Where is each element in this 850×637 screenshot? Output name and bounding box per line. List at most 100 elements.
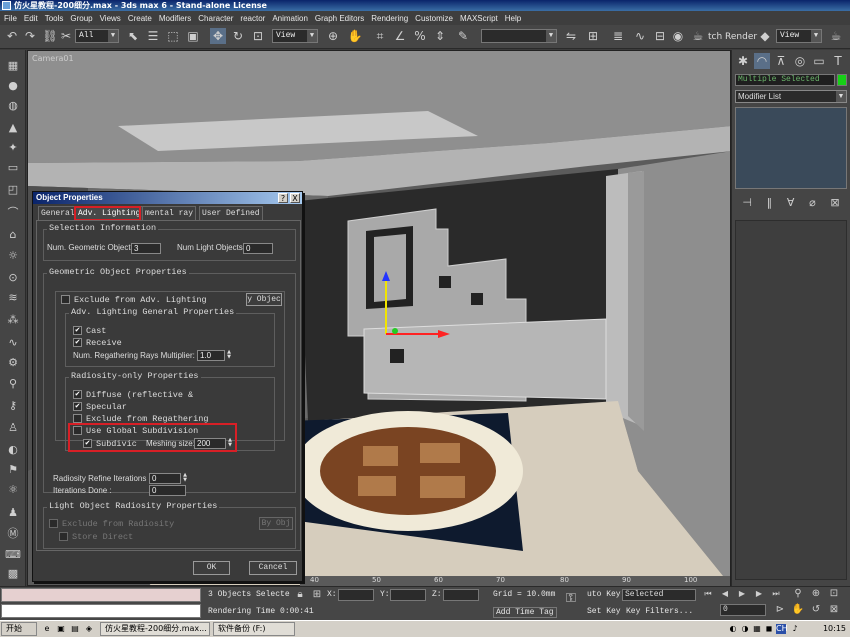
- z-coord-field[interactable]: [443, 589, 479, 601]
- light-by-object-button[interactable]: By Obj: [259, 517, 293, 530]
- create-tab-icon[interactable]: ✱: [735, 53, 751, 69]
- helper-icon[interactable]: ✦: [5, 140, 21, 156]
- tray-icon[interactable]: ◼: [764, 624, 774, 634]
- menu-maxscript[interactable]: MAXScript: [460, 14, 498, 23]
- receive-checkbox[interactable]: ✔: [73, 338, 82, 347]
- absolute-mode-icon[interactable]: ⊞: [309, 587, 325, 603]
- maximize-viewport-icon[interactable]: ⊠: [826, 602, 842, 618]
- cancel-button[interactable]: Cancel: [249, 561, 297, 575]
- taper-icon[interactable]: ⌂: [5, 227, 21, 243]
- goto-start-icon[interactable]: ⏮: [700, 586, 716, 602]
- menu-rendering[interactable]: Rendering: [371, 14, 408, 23]
- selection-color-swatch[interactable]: [837, 74, 847, 86]
- unlink-icon[interactable]: ✂: [58, 28, 74, 44]
- rotate-icon[interactable]: ↻: [230, 28, 246, 44]
- material-editor-icon[interactable]: ◉: [670, 28, 686, 44]
- select-object-icon[interactable]: ⬉: [125, 28, 141, 44]
- timeline-ruler[interactable]: 40 50 60 70 80 90 100: [300, 576, 730, 586]
- hierarchy-tab-icon[interactable]: ⊼: [773, 53, 789, 69]
- box-icon[interactable]: ▦: [5, 58, 21, 74]
- goto-end-icon[interactable]: ⏭: [768, 586, 784, 602]
- mirror-icon[interactable]: ⇋: [563, 28, 579, 44]
- ime-indicator[interactable]: CH: [776, 624, 788, 634]
- display-tab-icon[interactable]: ▭: [811, 53, 827, 69]
- volume-icon[interactable]: ♪: [790, 624, 800, 634]
- lock-selection-icon[interactable]: 🔒︎: [292, 587, 308, 603]
- pin-stack-icon[interactable]: ⊣: [742, 196, 752, 209]
- named-selection-dropdown[interactable]: ▼: [481, 29, 557, 43]
- orbit-icon[interactable]: ↺: [808, 602, 824, 618]
- key-icon[interactable]: ⚿: [563, 591, 579, 607]
- y-coord-field[interactable]: [390, 589, 426, 601]
- help-button[interactable]: ?: [278, 193, 288, 203]
- bones-icon[interactable]: ⚲: [5, 376, 21, 392]
- undo-icon[interactable]: ↶: [4, 28, 20, 44]
- mr-icon[interactable]: Ⓜ: [5, 526, 21, 542]
- explorer-icon[interactable]: ▤: [70, 624, 80, 634]
- render-scene-icon[interactable]: ☕: [690, 28, 706, 44]
- dialog-title-bar[interactable]: Object Properties: [33, 192, 302, 204]
- modifier-stack[interactable]: [735, 107, 847, 189]
- diffuse-checkbox[interactable]: ✔: [73, 390, 82, 399]
- selection-filter-dropdown[interactable]: All ▼: [75, 29, 119, 43]
- sphere-icon[interactable]: ●: [5, 78, 21, 94]
- curve-editor-icon[interactable]: ∿: [632, 28, 648, 44]
- menu-views[interactable]: Views: [100, 14, 121, 23]
- quick-render-label[interactable]: tch Render: [708, 32, 757, 42]
- next-frame-icon[interactable]: ▶: [751, 586, 767, 602]
- shape-icon[interactable]: ◰: [5, 182, 21, 198]
- play-icon[interactable]: ▶: [734, 586, 750, 602]
- modifier-list-dropdown[interactable]: Modifier List ▼: [735, 90, 847, 103]
- viewport-label[interactable]: Camera01: [32, 54, 74, 63]
- pivot-icon[interactable]: ⊕: [325, 28, 341, 44]
- menu-group[interactable]: Group: [70, 14, 92, 23]
- tray-icon[interactable]: ◐: [728, 624, 738, 634]
- exclude-regather-checkbox[interactable]: [73, 414, 82, 423]
- zoom-icon[interactable]: ⚲: [790, 586, 806, 602]
- by-object-button[interactable]: y Objec: [246, 293, 282, 306]
- exclude-adv-lighting-checkbox[interactable]: [61, 295, 70, 304]
- select-by-name-icon[interactable]: ☰: [145, 28, 161, 44]
- desktop-icon[interactable]: ▣: [56, 624, 66, 634]
- named-selection-icon[interactable]: ✎: [455, 28, 471, 44]
- menu-animation[interactable]: Animation: [272, 14, 308, 23]
- menu-create[interactable]: Create: [128, 14, 152, 23]
- crossing-icon[interactable]: ▣: [185, 28, 201, 44]
- configure-sets-icon[interactable]: ⊠: [830, 196, 839, 209]
- spinner-icon[interactable]: ▲ ▼: [226, 350, 232, 361]
- auto-key-button[interactable]: uto Key: [587, 590, 621, 599]
- keyboard-icon[interactable]: ⌨: [5, 547, 21, 563]
- spinner-snap-icon[interactable]: ⇕: [432, 28, 448, 44]
- regather-field[interactable]: 1.0: [197, 350, 225, 361]
- percent-snap-icon[interactable]: %: [412, 28, 428, 44]
- light-icon[interactable]: ☼: [5, 248, 21, 264]
- modify-tab-icon[interactable]: ◠: [754, 53, 770, 69]
- character-icon[interactable]: ♙: [5, 420, 21, 436]
- store-direct-checkbox[interactable]: [59, 532, 68, 541]
- camera-icon[interactable]: ⊙: [5, 270, 21, 286]
- ref-coord-dropdown[interactable]: View ▼: [272, 29, 318, 43]
- biped-icon[interactable]: ♟: [5, 505, 21, 521]
- menu-reactor[interactable]: reactor: [240, 14, 265, 23]
- tab-general[interactable]: General: [38, 206, 78, 220]
- zoom-extents-icon[interactable]: ⊡: [826, 586, 842, 602]
- rect-region-icon[interactable]: ⬚: [165, 28, 181, 44]
- cylinder-icon[interactable]: ◍: [5, 98, 21, 114]
- cast-checkbox[interactable]: ✔: [73, 326, 82, 335]
- menu-modifiers[interactable]: Modifiers: [159, 14, 191, 23]
- wave-icon[interactable]: ∿: [5, 335, 21, 351]
- utilities-tab-icon[interactable]: T: [830, 53, 846, 69]
- zoom-all-icon[interactable]: ⊕: [808, 586, 824, 602]
- layer-icon[interactable]: ≣: [610, 28, 626, 44]
- manipulate-icon[interactable]: ✋: [347, 28, 363, 44]
- refine-iterations-field[interactable]: 0: [149, 473, 181, 484]
- exclude-radiosity-checkbox[interactable]: [49, 519, 58, 528]
- maxscript-listener-mini[interactable]: [1, 588, 201, 602]
- particle-icon[interactable]: ⁂: [5, 312, 21, 328]
- taskbar-item-3dsmax[interactable]: 仿火星教程-200细分.max...: [100, 622, 210, 636]
- snap-icon[interactable]: ⌗: [372, 28, 388, 44]
- menu-customize[interactable]: Customize: [415, 14, 453, 23]
- space-warp-icon[interactable]: ≋: [5, 290, 21, 306]
- tray-icon[interactable]: ◑: [740, 624, 750, 634]
- render-view-dropdown[interactable]: View ▼: [776, 29, 822, 43]
